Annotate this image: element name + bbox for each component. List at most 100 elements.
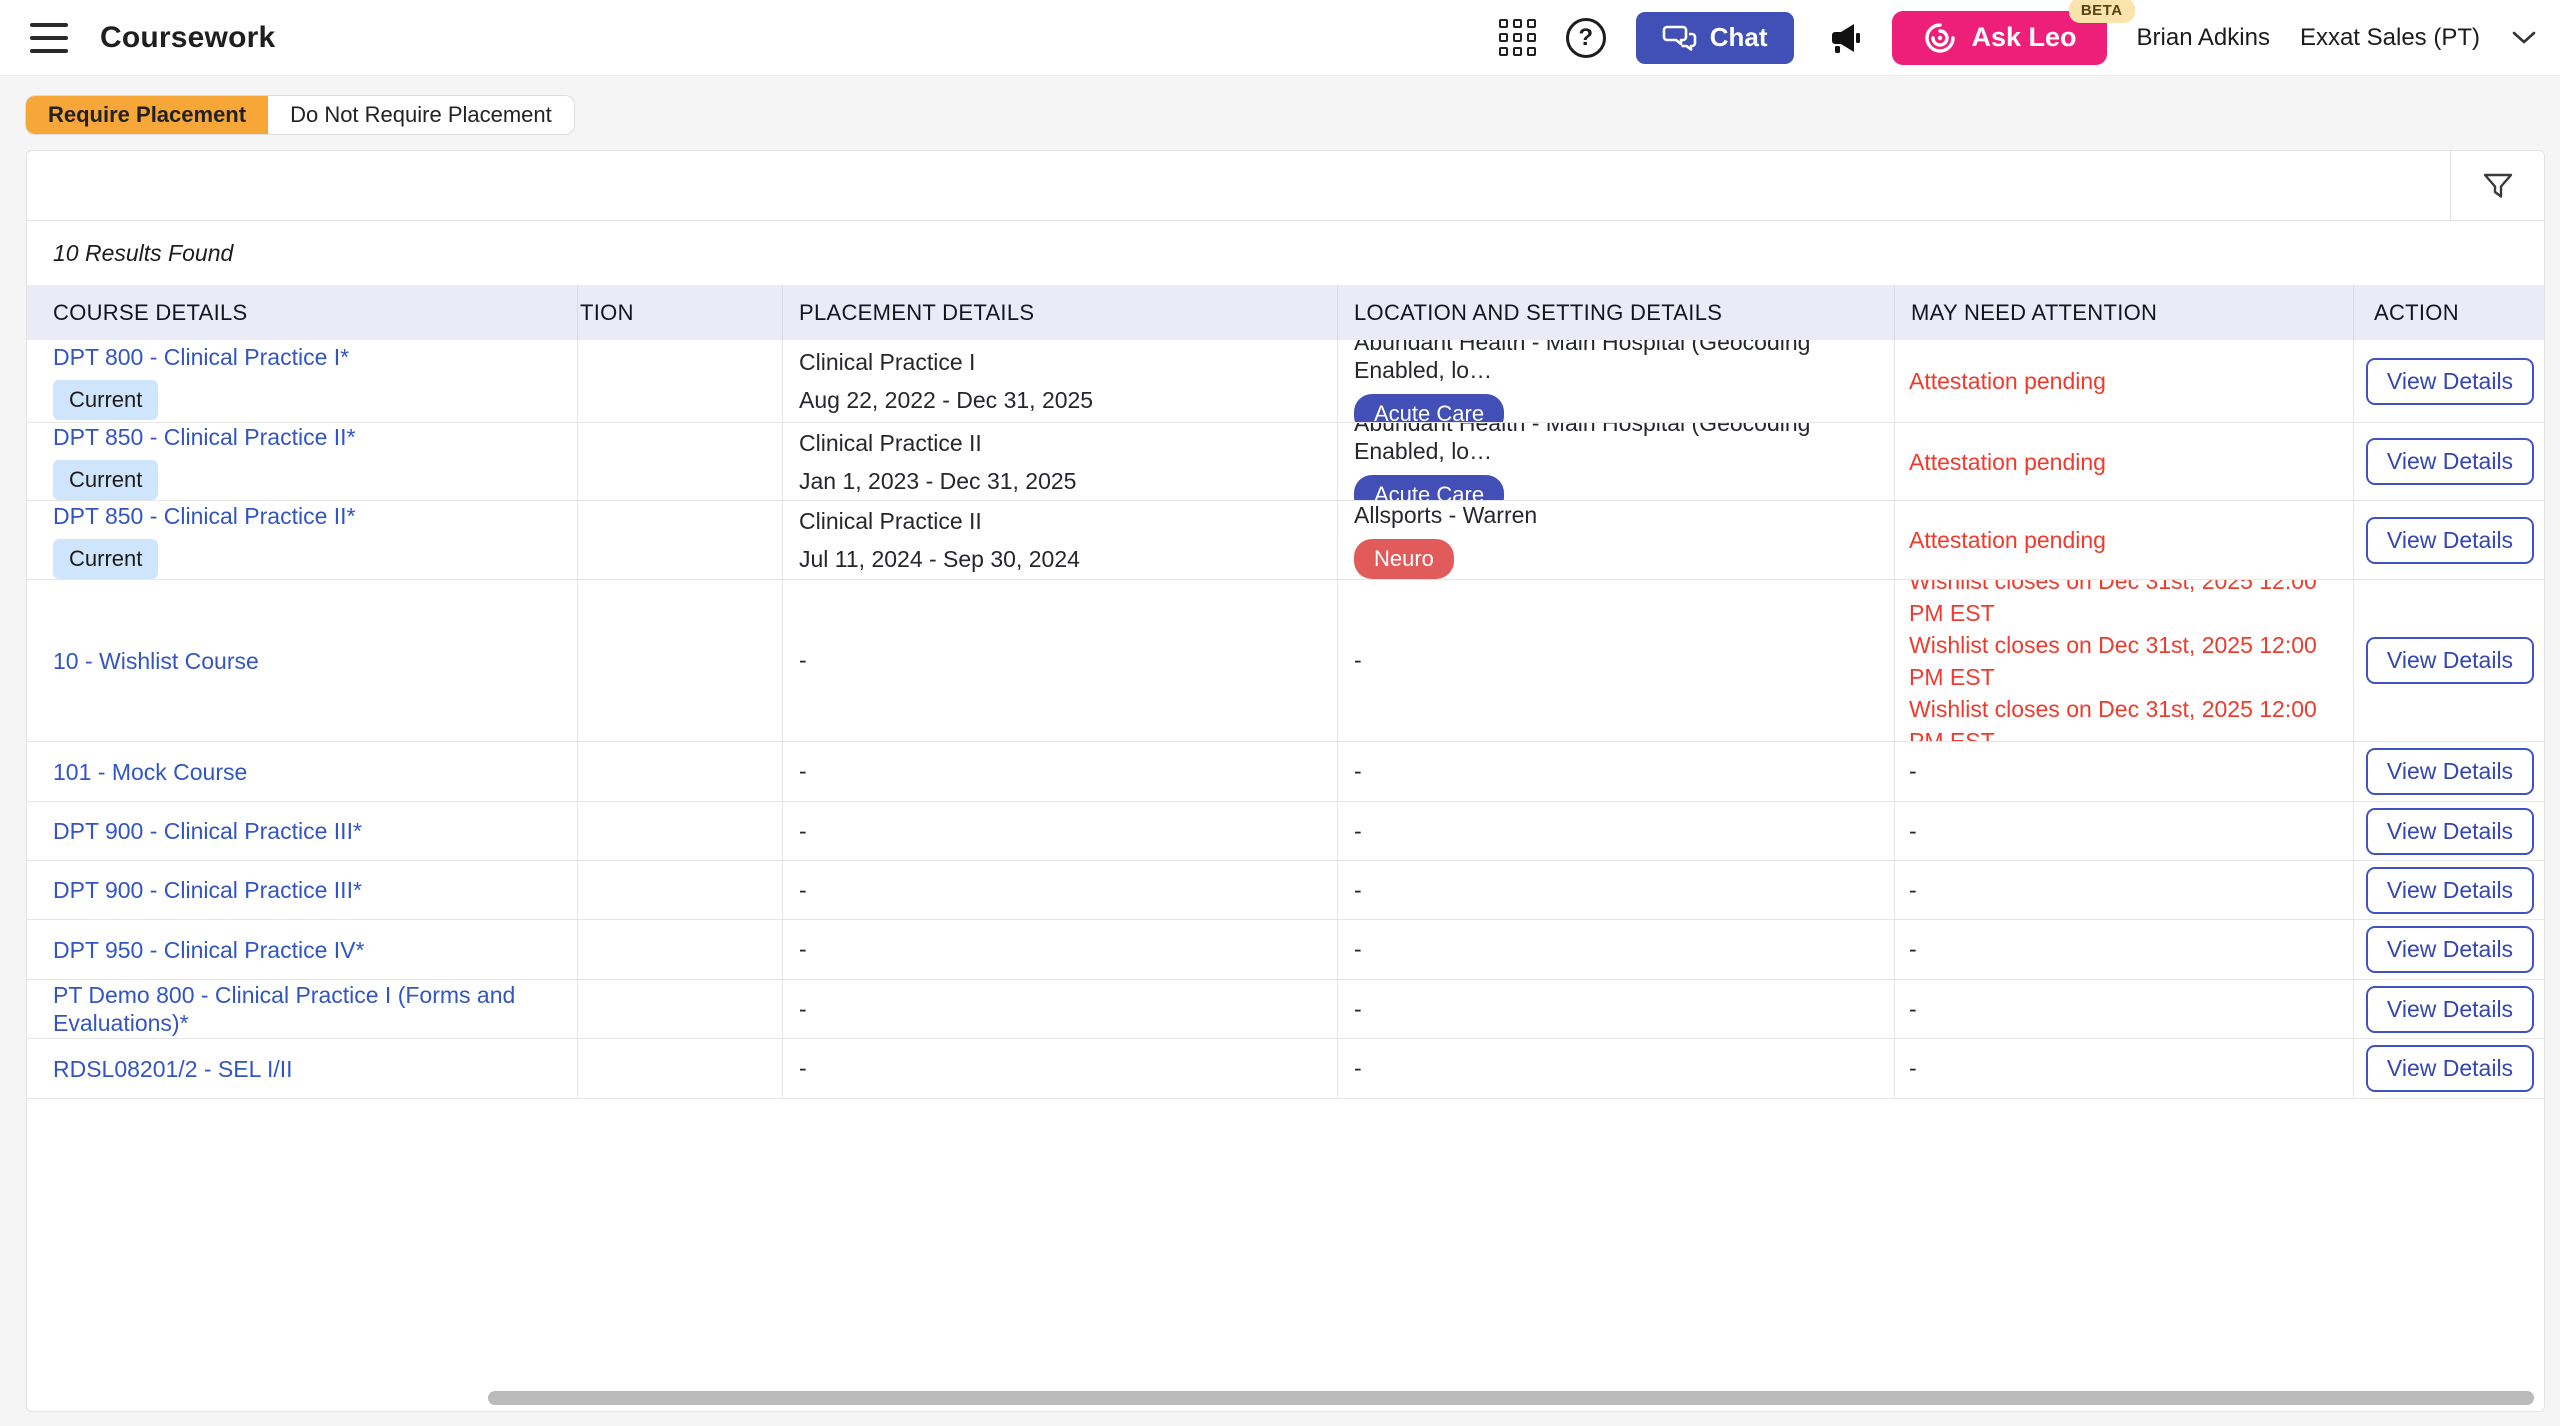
tab-require-placement[interactable]: Require Placement [26, 96, 268, 134]
course-details-cell: DPT 900 - Clinical Practice III* [27, 802, 578, 860]
action-cell: View Details [2354, 501, 2545, 579]
filter-bar [27, 151, 2544, 221]
location-empty: - [1354, 818, 1362, 845]
tion-cell [578, 580, 783, 741]
course-details-cell: DPT 900 - Clinical Practice III* [27, 861, 578, 919]
tion-cell [578, 742, 783, 801]
course-link[interactable]: DPT 950 - Clinical Practice IV* [53, 936, 364, 964]
hamburger-menu-icon[interactable] [30, 23, 68, 53]
tion-cell [578, 920, 783, 979]
attention-empty: - [1909, 936, 1917, 963]
view-details-button[interactable]: View Details [2366, 358, 2534, 405]
course-link[interactable]: PT Demo 800 - Clinical Practice I (Forms… [53, 981, 577, 1037]
placement-empty: - [799, 1055, 807, 1082]
horizontal-scrollbar[interactable] [27, 1389, 2544, 1407]
table-row: PT Demo 800 - Clinical Practice I (Forms… [27, 980, 2544, 1039]
attention-empty: - [1909, 1055, 1917, 1082]
placement-name: Clinical Practice II [799, 507, 982, 535]
column-header-tion: TION [578, 285, 783, 340]
course-link[interactable]: DPT 900 - Clinical Practice III* [53, 876, 362, 904]
current-badge: Current [53, 460, 158, 500]
placement-details-cell: - [783, 1039, 1338, 1098]
location-setting-cell: - [1338, 1039, 1895, 1098]
chat-bubbles-icon [1662, 24, 1698, 52]
action-cell: View Details [2354, 1039, 2545, 1098]
view-details-button[interactable]: View Details [2366, 637, 2534, 684]
placement-empty: - [799, 647, 807, 674]
topbar-actions: ? Chat [1499, 11, 2560, 65]
attention-message: Attestation pending [1909, 524, 2106, 556]
course-link[interactable]: DPT 850 - Clinical Practice II* [53, 502, 356, 530]
placement-details-cell: Clinical Practice IAug 22, 2022 - Dec 31… [783, 340, 1338, 422]
setting-badge: Neuro [1354, 539, 1454, 579]
column-header-course: COURSE DETAILS [27, 285, 578, 340]
table-row: DPT 850 - Clinical Practice II*CurrentCl… [27, 423, 2544, 501]
table-row: 10 - Wishlist Course--My Request closes … [27, 580, 2544, 742]
location-name: Abundant Health - Main Hospital (Geocodi… [1354, 423, 1894, 465]
filter-funnel-icon [2481, 170, 2515, 202]
tion-cell [578, 802, 783, 860]
attention-cell: - [1895, 1039, 2354, 1098]
course-link[interactable]: RDSL08201/2 - SEL I/II [53, 1055, 293, 1083]
table-row: DPT 800 - Clinical Practice I*CurrentCli… [27, 340, 2544, 423]
attention-message: Wishlist closes on Dec 31st, 2025 12:00 … [1909, 580, 2353, 629]
coursework-panel: 10 Results Found COURSE DETAILSTIONPLACE… [26, 150, 2545, 1412]
column-header-action: ACTION [2354, 285, 2545, 340]
attention-cell: - [1895, 920, 2354, 979]
tab-do-not-require-placement[interactable]: Do Not Require Placement [268, 96, 574, 134]
attention-message: Attestation pending [1909, 446, 2106, 478]
location-empty: - [1354, 1055, 1362, 1082]
placement-details-cell: - [783, 802, 1338, 860]
current-badge: Current [53, 539, 158, 579]
setting-badge: Acute Care [1354, 475, 1504, 501]
course-link[interactable]: 10 - Wishlist Course [53, 647, 259, 675]
view-details-button[interactable]: View Details [2366, 926, 2534, 973]
view-details-button[interactable]: View Details [2366, 867, 2534, 914]
course-details-cell: RDSL08201/2 - SEL I/II [27, 1039, 578, 1098]
filter-button[interactable] [2450, 151, 2544, 220]
horizontal-scrollbar-thumb[interactable] [488, 1391, 2534, 1405]
location-empty: - [1354, 936, 1362, 963]
attention-cell: - [1895, 802, 2354, 860]
course-link[interactable]: 101 - Mock Course [53, 758, 247, 786]
help-icon[interactable]: ? [1566, 18, 1606, 58]
table-row: DPT 900 - Clinical Practice III*---View … [27, 802, 2544, 861]
chevron-down-icon[interactable] [2510, 29, 2538, 47]
action-cell: View Details [2354, 423, 2545, 500]
course-link[interactable]: DPT 850 - Clinical Practice II* [53, 423, 356, 451]
attention-empty: - [1909, 818, 1917, 845]
filter-bar-empty [27, 151, 2450, 220]
page-title: Coursework [100, 21, 275, 55]
placement-details-cell: - [783, 980, 1338, 1038]
ask-leo-wrap: Ask Leo BETA [1892, 11, 2107, 65]
megaphone-icon[interactable] [1824, 19, 1862, 57]
attention-empty: - [1909, 877, 1917, 904]
placement-tabs: Require PlacementDo Not Require Placemen… [26, 96, 574, 134]
app-launcher-icon[interactable] [1499, 19, 1536, 56]
table-row: 101 - Mock Course---View Details [27, 742, 2544, 802]
results-row: 10 Results Found [27, 221, 2544, 285]
leo-logo-icon [1922, 20, 1958, 56]
view-details-button[interactable]: View Details [2366, 808, 2534, 855]
chat-button[interactable]: Chat [1636, 12, 1794, 64]
view-details-button[interactable]: View Details [2366, 517, 2534, 564]
org-name: Exxat Sales (PT) [2300, 24, 2480, 52]
view-details-button[interactable]: View Details [2366, 986, 2534, 1033]
table-row: RDSL08201/2 - SEL I/II - - - View Details [27, 1039, 2544, 1099]
placement-name: Clinical Practice I [799, 348, 975, 376]
action-cell: View Details [2354, 980, 2545, 1038]
course-link[interactable]: DPT 800 - Clinical Practice I* [53, 343, 349, 371]
placement-empty: - [799, 936, 807, 963]
location-setting-cell: - [1338, 742, 1895, 801]
course-link[interactable]: DPT 900 - Clinical Practice III* [53, 817, 362, 845]
attention-empty: - [1909, 758, 1917, 785]
attention-cell: Attestation pending [1895, 423, 2354, 500]
course-details-cell: DPT 850 - Clinical Practice II* Current [27, 423, 578, 500]
ask-leo-label: Ask Leo [1972, 22, 2077, 53]
view-details-button[interactable]: View Details [2366, 438, 2534, 485]
view-details-button[interactable]: View Details [2366, 748, 2534, 795]
location-empty: - [1354, 877, 1362, 904]
location-setting-cell: - [1338, 920, 1895, 979]
chat-button-label: Chat [1710, 22, 1768, 53]
view-details-button[interactable]: View Details [2366, 1045, 2534, 1092]
